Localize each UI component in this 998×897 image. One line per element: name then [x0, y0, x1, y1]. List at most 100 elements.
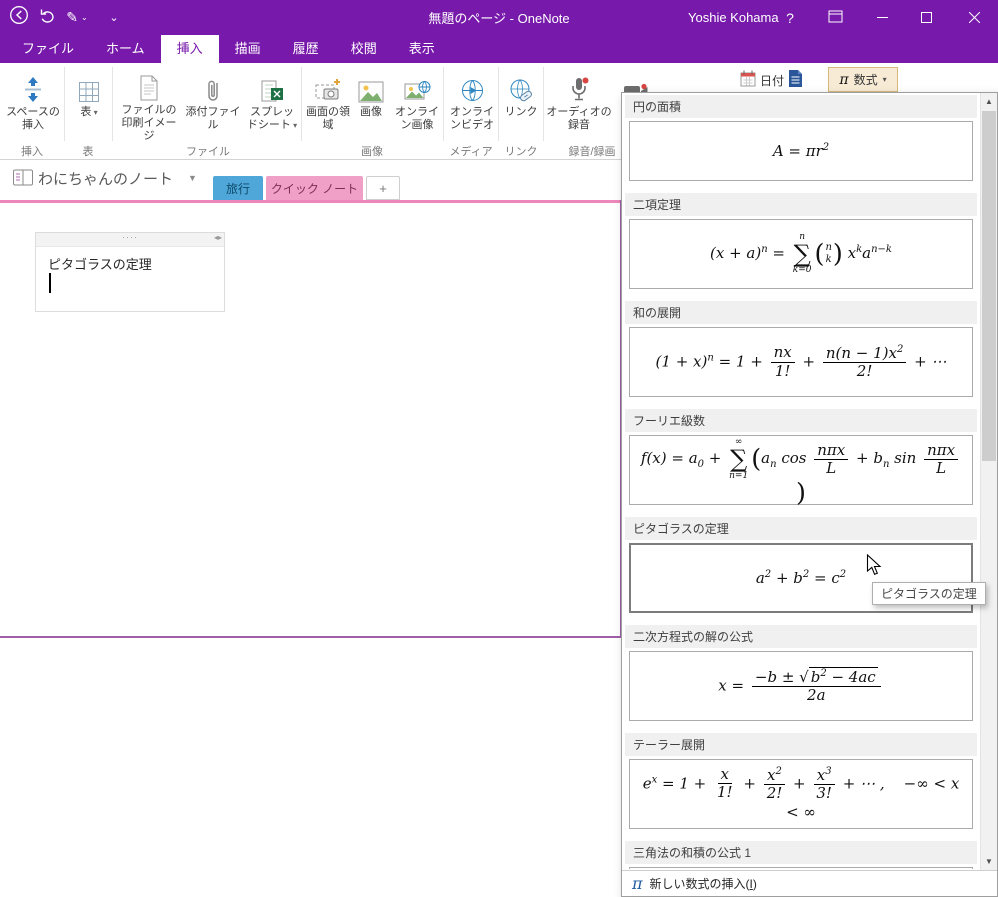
spreadsheet-icon	[261, 65, 284, 103]
tab-history[interactable]: 履歴	[277, 35, 335, 63]
button-label: ファイルの印刷イメージ	[121, 104, 177, 142]
tab-insert[interactable]: 挿入	[160, 35, 219, 63]
note-container[interactable]: ···· ◂▸ ピタゴラスの定理	[35, 232, 225, 312]
back-button[interactable]	[6, 0, 32, 35]
online-picture-button[interactable]: オンライン画像	[391, 65, 443, 143]
link-button[interactable]: リンク	[501, 65, 541, 143]
maximize-icon	[920, 10, 932, 26]
group-label-recording: 録音/録画	[568, 146, 616, 158]
help-button[interactable]: ?	[775, 0, 805, 35]
titlebar: ✎ ⌄ ⌄ 無題のページ - OneNote Yoshie Kohama ?	[0, 0, 998, 35]
group-separator	[443, 67, 444, 141]
pen-mode-button[interactable]: ✎ ⌄	[62, 0, 92, 35]
table-icon	[78, 65, 100, 103]
insert-space-button[interactable]: スペースの挿入	[4, 65, 62, 143]
back-icon	[9, 5, 29, 30]
online-video-button[interactable]: オンラインビデオ	[446, 65, 498, 143]
insert-new-equation-label: 新しい数式の挿入(I)	[649, 877, 757, 891]
equation-gallery-dropdown: 円の面積 A = πr2 二項定理 (x + a)n = n ∑ k=0(n k) x…	[621, 92, 998, 897]
gallery-item-taylor-expansion[interactable]: ex = 1 + x 1! + x2 2! + x3 3! + ⋯ , −∞ < x …	[629, 759, 973, 829]
spreadsheet-button[interactable]: スプレッドシート	[245, 65, 299, 143]
button-label: スペースの挿入	[6, 106, 60, 131]
screen-clipping-icon	[315, 65, 341, 103]
section-tab-quick-notes[interactable]: クイック ノート	[266, 176, 363, 200]
online-picture-icon	[404, 65, 431, 103]
note-text[interactable]: ピタゴラスの定理	[36, 247, 224, 273]
group-label-media: メディア	[449, 146, 493, 158]
group-separator	[543, 67, 544, 141]
gallery-item-circle-area[interactable]: A = πr2	[629, 121, 973, 181]
notebook-icon	[12, 168, 34, 192]
gallery-item-expansion-of-sum[interactable]: (1 + x)n = 1 + nx 1! + n(n − 1)x2 2! + ⋯	[629, 327, 973, 397]
button-label: スプレッドシート	[245, 106, 299, 132]
group-label-insert: 挿入	[21, 146, 43, 158]
attach-file-button[interactable]: 添付ファイル	[183, 65, 243, 143]
tab-view[interactable]: 表示	[393, 35, 451, 63]
group-label-images: 画像	[361, 146, 383, 158]
gallery-item-fourier-series[interactable]: f(x) = a0 + ∞ ∑ n=1 (an cos nπx L + bn sin n…	[629, 435, 973, 505]
picture-icon	[358, 65, 384, 103]
chevron-down-icon: ▾	[882, 75, 887, 84]
screen-clipping-button[interactable]: 画面の領域	[305, 65, 351, 143]
button-label: 画面の領域	[306, 106, 350, 131]
button-label: オンラインビデオ	[450, 106, 494, 131]
equation-button[interactable]: π 数式 ▾	[828, 67, 898, 92]
picture-button[interactable]: 画像	[353, 65, 389, 143]
ribbon-tab-bar: ファイル ホーム 挿入 描画 履歴 校閲 表示	[0, 35, 998, 63]
close-button[interactable]	[950, 0, 998, 35]
pen-icon: ✎	[66, 9, 79, 25]
equation: (x + a)n = n ∑ k=0(n k) xkan−k	[709, 231, 892, 276]
notebook-header: わにちゃんのノート ▼ 旅行 クイック ノート +	[0, 160, 622, 200]
gallery-item-quadratic-formula[interactable]: x = −b ± √ b2 − 4ac 2a	[629, 651, 973, 721]
table-button[interactable]: 表	[68, 65, 110, 143]
gallery-section-title: 二項定理	[625, 193, 977, 216]
scroll-down-icon[interactable]: ▼	[981, 853, 997, 870]
insert-new-equation-item[interactable]: π 新しい数式の挿入(I)	[622, 870, 997, 896]
button-label: リンク	[504, 106, 538, 118]
full-screen-icon	[828, 10, 843, 26]
section-tab-travel[interactable]: 旅行	[213, 176, 263, 200]
gallery-item-binomial-theorem[interactable]: (x + a)n = n ∑ k=0(n k) xkan−k	[629, 219, 973, 289]
note-container-handle[interactable]: ···· ◂▸	[36, 232, 224, 247]
file-printout-button[interactable]: ファイルの印刷イメージ	[117, 65, 181, 143]
equation: (1 + x)n = 1 + nx 1! + n(n − 1)x2 2! + ⋯	[655, 343, 947, 380]
resize-handle-icon[interactable]: ◂▸	[214, 233, 222, 242]
minimize-button[interactable]	[860, 0, 904, 35]
page-templates-button[interactable]	[784, 68, 807, 92]
button-label: 数式	[853, 73, 878, 87]
record-audio-button[interactable]: オーディオの録音	[546, 65, 612, 143]
scrollbar-thumb[interactable]	[982, 111, 996, 461]
online-video-icon	[460, 65, 485, 103]
undo-icon	[40, 8, 57, 28]
undo-button[interactable]	[36, 0, 60, 35]
button-label: オーディオの録音	[546, 106, 612, 131]
chevron-down-icon[interactable]: ▼	[188, 173, 197, 183]
date-button[interactable]: 日付	[736, 68, 788, 92]
account-name[interactable]: Yoshie Kohama	[678, 0, 789, 35]
gallery-section-title: 円の面積	[625, 95, 977, 118]
button-label: オンライン画像	[395, 106, 439, 131]
chevron-down-icon: ⌄	[109, 12, 119, 24]
group-separator	[301, 67, 302, 141]
gallery-section-title: ピタゴラスの定理	[625, 517, 977, 540]
new-section-tab[interactable]: +	[366, 176, 400, 200]
tab-file[interactable]: ファイル	[6, 35, 90, 63]
group-separator	[112, 67, 113, 141]
maximize-button[interactable]	[904, 0, 948, 35]
button-label: 表	[80, 106, 97, 119]
tab-home[interactable]: ホーム	[90, 35, 161, 63]
gallery-item-trig-identity-1[interactable]: sin α + sin β = 2 sin12(α + β) cos12(α ∓…	[629, 867, 973, 869]
tooltip: ピタゴラスの定理	[872, 582, 986, 605]
tab-review[interactable]: 校閲	[335, 35, 393, 63]
button-label: 添付ファイル	[185, 106, 241, 131]
page-template-icon	[788, 69, 803, 91]
customize-quick-access-button[interactable]: ⌄	[104, 0, 124, 35]
tab-draw[interactable]: 描画	[219, 35, 277, 63]
gallery-scrollbar[interactable]: ▲ ▼	[980, 93, 997, 870]
full-screen-button[interactable]	[815, 0, 855, 35]
equation: ex = 1 + x 1! + x2 2! + x3 3! + ⋯ , −∞ < x …	[642, 765, 960, 822]
gallery-section-title: テーラー展開	[625, 733, 977, 756]
notebook-name[interactable]: わにちゃんのノート	[38, 168, 173, 189]
scroll-up-icon[interactable]: ▲	[981, 93, 997, 110]
equation: A = πr2	[772, 141, 830, 160]
